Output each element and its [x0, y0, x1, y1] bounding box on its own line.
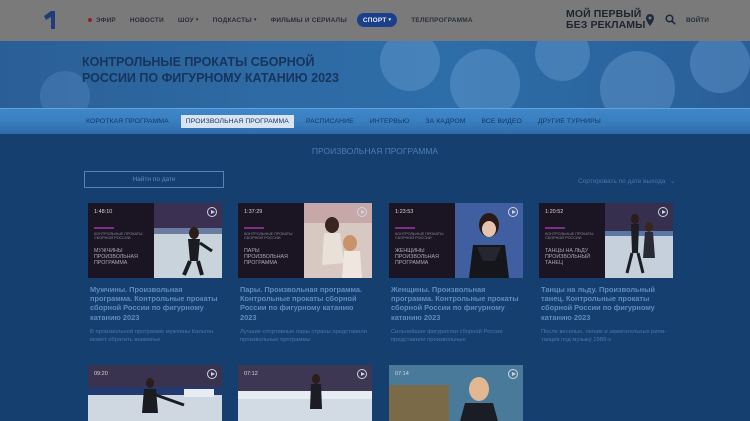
- skater-photo: [88, 365, 222, 421]
- date-search-button[interactable]: Найти по дате: [84, 171, 224, 188]
- tab-interview[interactable]: Интервью: [370, 118, 410, 125]
- video-thumbnail[interactable]: 1:23:53 Контрольные прокаты сборной Росс…: [389, 203, 523, 278]
- video-card-women[interactable]: 1:23:53 Контрольные прокаты сборной Росс…: [389, 203, 523, 353]
- decor-circle: [690, 41, 750, 93]
- decor-circle: [450, 49, 520, 108]
- section-heading: Произвольная программа: [311, 146, 439, 156]
- video-description: Лучшие спортивные пары страны представил…: [240, 329, 367, 343]
- video-thumbnail[interactable]: 1:20:52 Контрольные прокаты сборной Росс…: [539, 203, 673, 278]
- nav-item-live[interactable]: Эфир: [88, 13, 116, 27]
- sort-dropdown[interactable]: Сортировать по дате выхода ⌄: [578, 177, 676, 185]
- video-title[interactable]: Пары. Произвольная программа. Контрольны…: [240, 285, 370, 322]
- decor-circle: [380, 41, 440, 91]
- nav-item-movies[interactable]: Фильмы и сериалы: [271, 13, 347, 27]
- chevron-down-icon: ▾: [195, 17, 199, 23]
- hero-banner: Контрольные прокаты сборной России по фи…: [0, 41, 750, 108]
- chevron-down-icon: ▾: [253, 17, 257, 23]
- tab-backstage[interactable]: За кадром: [425, 118, 465, 125]
- video-thumbnail[interactable]: 1:48:10 Контрольные прокаты сборной Росс…: [88, 203, 222, 278]
- video-description: Сильнейшие фигуристки сборной России пре…: [391, 329, 503, 343]
- nav-item-tv-guide[interactable]: Телепрограмма: [411, 13, 472, 27]
- nav-item-podcasts[interactable]: Подкасты ▾: [213, 13, 257, 27]
- tab-schedule[interactable]: Расписание: [306, 118, 354, 125]
- video-card-row2-2[interactable]: 07:12: [238, 365, 372, 421]
- play-icon[interactable]: [207, 369, 217, 379]
- promo-no-ads[interactable]: МОЙ ПЕРВЫЙ БЕЗ РЕКЛАМЫ: [566, 9, 646, 31]
- skater-photo: [238, 365, 372, 421]
- page-title: Контрольные прокаты сборной России по фи…: [82, 55, 339, 85]
- video-card-row2-3[interactable]: 07:14: [389, 365, 523, 421]
- location-pin-icon[interactable]: [646, 14, 654, 26]
- video-title[interactable]: Мужчины. Произвольная программа. Контрол…: [90, 285, 220, 322]
- play-icon[interactable]: [658, 207, 668, 217]
- decor-circle: [535, 41, 590, 81]
- tab-all-videos[interactable]: Все видео: [481, 118, 521, 125]
- tab-other-tournaments[interactable]: Другие турниры: [538, 118, 601, 125]
- video-thumbnail[interactable]: 1:37:29 Контрольные прокаты сборной Росс…: [238, 203, 372, 278]
- nav-item-shows[interactable]: Шоу ▾: [178, 13, 199, 27]
- play-icon[interactable]: [508, 207, 518, 217]
- decor-circle: [600, 51, 675, 108]
- video-description: После веселых, легких и зажигательных ри…: [541, 329, 667, 343]
- live-dot-icon: [88, 18, 92, 22]
- nav-item-news[interactable]: Новости: [130, 13, 164, 27]
- video-card-row2-1[interactable]: 09:20: [88, 365, 222, 421]
- search-icon[interactable]: [665, 14, 676, 25]
- video-title[interactable]: Танцы на льду. Произвольный танец. Контр…: [541, 285, 671, 322]
- top-header: Эфир Новости Шоу ▾ Подкасты ▾ Фильмы и сер…: [0, 0, 750, 41]
- video-title[interactable]: Женщины. Произвольная программа. Контрол…: [391, 285, 521, 322]
- video-card-pairs[interactable]: 1:37:29 Контрольные прокаты сборной Росс…: [238, 203, 372, 353]
- video-card-ice-dance[interactable]: 1:20:52 Контрольные прокаты сборной Росс…: [539, 203, 673, 353]
- play-icon[interactable]: [207, 207, 217, 217]
- main-nav: Эфир Новости Шоу ▾ Подкасты ▾ Фильмы и сер…: [88, 13, 487, 27]
- chevron-down-icon: ▾: [388, 17, 392, 23]
- nav-item-sport[interactable]: Спорт ▾: [356, 13, 398, 27]
- play-icon[interactable]: [357, 207, 367, 217]
- play-icon[interactable]: [357, 369, 367, 379]
- login-button[interactable]: ВОЙТИ: [686, 17, 709, 24]
- skater-photo: [389, 365, 523, 421]
- tab-free-program[interactable]: Произвольная программа: [180, 115, 294, 128]
- video-description: В произвольной программе мужчины Кальтон…: [90, 329, 214, 343]
- chevron-down-icon: ⌄: [670, 178, 676, 185]
- section-tabs: Короткая программа Произвольная программ…: [0, 108, 750, 134]
- video-card-men[interactable]: 1:48:10 Контрольные прокаты сборной Росс…: [88, 203, 222, 353]
- play-icon[interactable]: [508, 369, 518, 379]
- channel-one-logo-icon[interactable]: [42, 10, 58, 30]
- tab-short-program[interactable]: Короткая программа: [86, 118, 169, 125]
